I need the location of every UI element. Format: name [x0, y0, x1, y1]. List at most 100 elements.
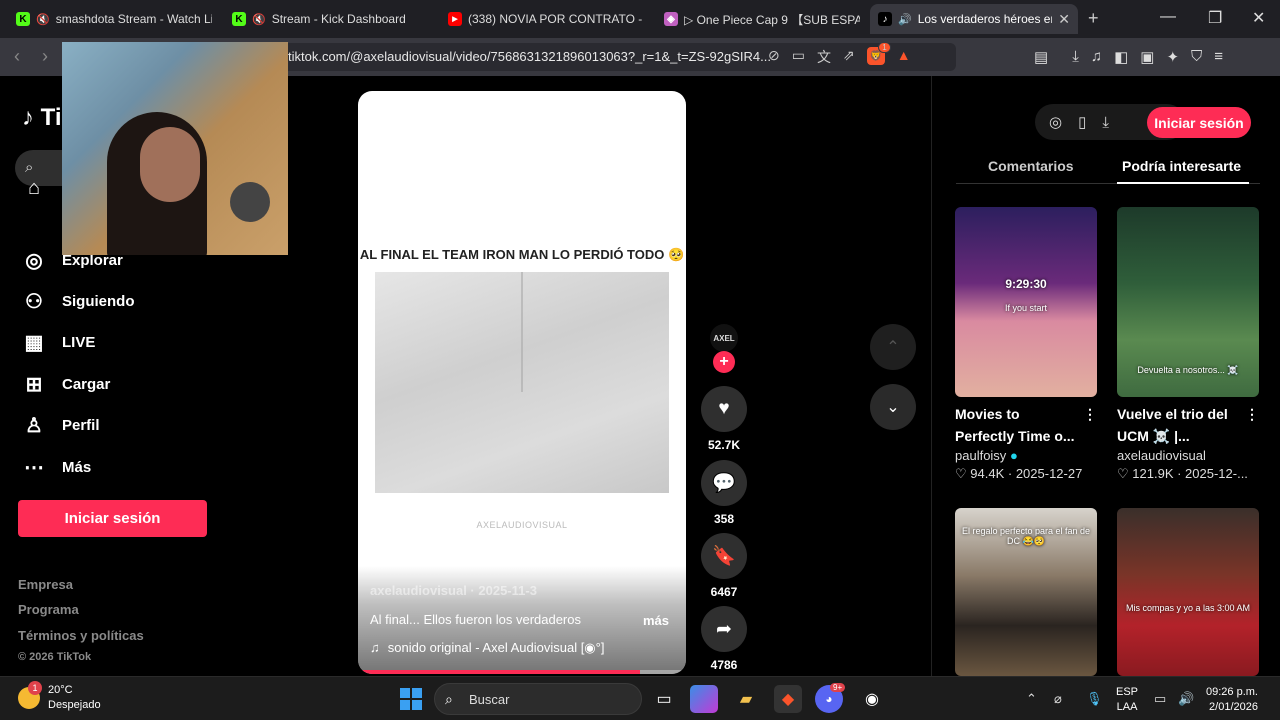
volume-icon[interactable]: 🔊: [1178, 691, 1194, 707]
thumb-caption: El regalo perfecto para el fan de DC 😂🥺: [961, 526, 1091, 546]
tab-kick-dashboard[interactable]: K 🔇 Stream - Kick Dashboard: [224, 4, 436, 34]
display-icon[interactable]: ▭: [1154, 691, 1166, 707]
reading-list-icon[interactable]: ▤: [1034, 48, 1048, 66]
recommended-card[interactable]: Mis compas y yo a las 3:00 AM: [1117, 508, 1259, 676]
wallet-icon[interactable]: ▣: [1140, 48, 1154, 66]
comment-count: 358: [713, 512, 735, 526]
nav-label: Perfil: [62, 417, 100, 434]
footer-empresa[interactable]: Empresa: [18, 577, 73, 592]
video-sound[interactable]: ♫ sonido original - Axel Audiovisual [◉°]: [370, 640, 604, 656]
leo-icon[interactable]: ✦: [1166, 48, 1179, 66]
minimize-icon[interactable]: —: [1160, 8, 1176, 26]
card-thumbnail[interactable]: Devuelta a nosotros... ☠️: [1117, 207, 1259, 397]
menu-icon[interactable]: ≡: [1214, 48, 1223, 66]
like-count: 52.7K: [707, 438, 741, 452]
like-button[interactable]: ♥: [701, 386, 747, 432]
brave-icon[interactable]: ◆: [774, 685, 802, 713]
weather-badge: 1: [28, 681, 42, 695]
phone-icon[interactable]: ▯: [1078, 113, 1086, 131]
weather-widget[interactable]: 1 20°C Despejado: [18, 681, 101, 713]
video-player[interactable]: AL FINAL EL TEAM IRON MAN LO PERDIÓ TODO…: [358, 91, 686, 674]
forward-icon[interactable]: ›: [42, 46, 48, 67]
recommended-card[interactable]: El regalo perfecto para el fan de DC 😂🥺: [955, 508, 1097, 676]
nav-home[interactable]: ⌂: [22, 177, 46, 200]
card-thumbnail[interactable]: 9:29:30 If you start: [955, 207, 1097, 397]
language-indicator[interactable]: ESP LAA: [1116, 685, 1138, 715]
m365-icon[interactable]: [690, 685, 718, 713]
taskbar: 1 20°C Despejado ⌕ Buscar ▭ ▰ ◆ ◕ 9+ ◉ ⌃ …: [0, 676, 1280, 720]
download-icon[interactable]: ⤓: [1102, 114, 1109, 131]
vpn-icon[interactable]: ⛉: [1191, 48, 1202, 66]
tab-podria-interesarte[interactable]: Podría interesarte: [1122, 158, 1241, 174]
nav-siguiendo[interactable]: ⚇ Siguiendo: [22, 289, 134, 314]
recommended-card[interactable]: 9:29:30 If you start Movies to ⋮ Perfectl…: [955, 207, 1097, 482]
active-tab-indicator: [1117, 182, 1249, 184]
url-text: tiktok.com/@axelaudiovisual/video/756863…: [288, 49, 771, 64]
tab-smashdota[interactable]: K 🔇 smashdota Stream - Watch Liv: [8, 4, 220, 34]
taskbar-search[interactable]: ⌕ Buscar: [434, 683, 642, 715]
right-login-button[interactable]: Iniciar sesión: [1147, 107, 1251, 138]
nav-label: LIVE: [62, 334, 96, 351]
nav-cargar[interactable]: ⊞ Cargar: [22, 372, 111, 397]
close-tab-icon[interactable]: ✕: [1058, 11, 1070, 28]
brave-rewards-icon[interactable]: ▲: [897, 47, 911, 67]
compass-icon[interactable]: ◎: [1049, 113, 1062, 131]
footer-terminos[interactable]: Términos y políticas: [18, 628, 144, 643]
nav-live[interactable]: ▦ LIVE: [22, 330, 96, 355]
tray-chevron-icon[interactable]: ⌃: [1026, 691, 1037, 707]
login-button[interactable]: Iniciar sesión: [18, 500, 207, 537]
next-video-button[interactable]: ⌄: [870, 384, 916, 430]
save-button[interactable]: 🔖: [701, 533, 747, 579]
more-options-icon[interactable]: ⋮: [1245, 403, 1259, 425]
creator-avatar[interactable]: AXEL: [710, 324, 738, 352]
card-thumbnail[interactable]: El regalo perfecto para el fan de DC 😂🥺: [955, 508, 1097, 676]
tab-comentarios[interactable]: Comentarios: [988, 158, 1074, 174]
follow-plus-icon[interactable]: +: [713, 351, 735, 373]
card-thumbnail[interactable]: Mis compas y yo a las 3:00 AM: [1117, 508, 1259, 676]
tab-label: (338) NOVIA POR CONTRATO - Yo: [468, 12, 644, 26]
maximize-icon[interactable]: ❐: [1208, 8, 1222, 28]
time: 09:26 p.m.: [1206, 686, 1258, 698]
speaker-icon: 🔊: [898, 13, 912, 26]
prev-video-button[interactable]: ⌃: [870, 324, 916, 370]
task-view-icon[interactable]: ▭: [650, 685, 678, 713]
tab-one-piece[interactable]: ◈ ▷ One Piece Cap 9 【SUB ESPAÑO: [656, 4, 868, 34]
footer-programa[interactable]: Programa: [18, 602, 79, 617]
thumb-subcaption: If you start: [1004, 303, 1048, 313]
brave-shields-icon[interactable]: 🦁 1: [866, 42, 891, 65]
clock[interactable]: 09:26 p.m. 2/01/2026: [1206, 685, 1258, 715]
translate-icon[interactable]: 文: [817, 47, 831, 67]
address-bar[interactable]: tiktok.com/@axelaudiovisual/video/756863…: [280, 42, 956, 71]
card-title-line2: UCM ☠️ |...: [1117, 428, 1190, 444]
video-progress-bar[interactable]: [358, 670, 686, 674]
network-off-icon[interactable]: ⌀: [1054, 691, 1062, 707]
mic-icon[interactable]: 🎙: [1086, 691, 1103, 707]
card-author[interactable]: paulfoisy: [955, 448, 1006, 463]
download-icon[interactable]: ⤓: [1072, 48, 1079, 66]
card-title-line2: Perfectly Time o...: [955, 428, 1075, 444]
obs-icon[interactable]: ◉: [858, 685, 886, 713]
nav-perfil[interactable]: ♙ Perfil: [22, 413, 100, 438]
nav-label: Cargar: [62, 376, 111, 393]
blocked-media-icon[interactable]: ⊘: [768, 47, 780, 67]
more-button[interactable]: más: [643, 613, 669, 628]
windows-start-icon[interactable]: [400, 688, 422, 710]
sun-icon: 1: [18, 681, 42, 709]
card-author[interactable]: axelaudiovisual: [1117, 448, 1259, 463]
sidebar-icon[interactable]: ◧: [1114, 48, 1128, 66]
share-button[interactable]: ➦: [701, 606, 747, 652]
media-icon[interactable]: ♫: [1091, 48, 1102, 66]
cast-icon[interactable]: ▭: [792, 47, 805, 67]
tab-tiktok-active[interactable]: ♪ 🔊 Los verdaderos héroes en ✕: [870, 4, 1078, 34]
back-icon[interactable]: ‹: [14, 46, 20, 67]
nav-mas[interactable]: ⋯ Más: [22, 455, 91, 480]
close-window-icon[interactable]: ✕: [1252, 8, 1265, 28]
tab-youtube[interactable]: ▶ (338) NOVIA POR CONTRATO - Yo: [440, 4, 652, 34]
share-icon[interactable]: ⇗: [843, 47, 855, 67]
comment-button[interactable]: 💬: [701, 460, 747, 506]
more-options-icon[interactable]: ⋮: [1083, 403, 1097, 425]
video-author[interactable]: axelaudiovisual · 2025-11-3: [370, 583, 537, 598]
recommended-card[interactable]: Devuelta a nosotros... ☠️ Vuelve el trio…: [1117, 207, 1259, 482]
new-tab-icon[interactable]: +: [1088, 8, 1099, 29]
file-explorer-icon[interactable]: ▰: [732, 685, 760, 713]
